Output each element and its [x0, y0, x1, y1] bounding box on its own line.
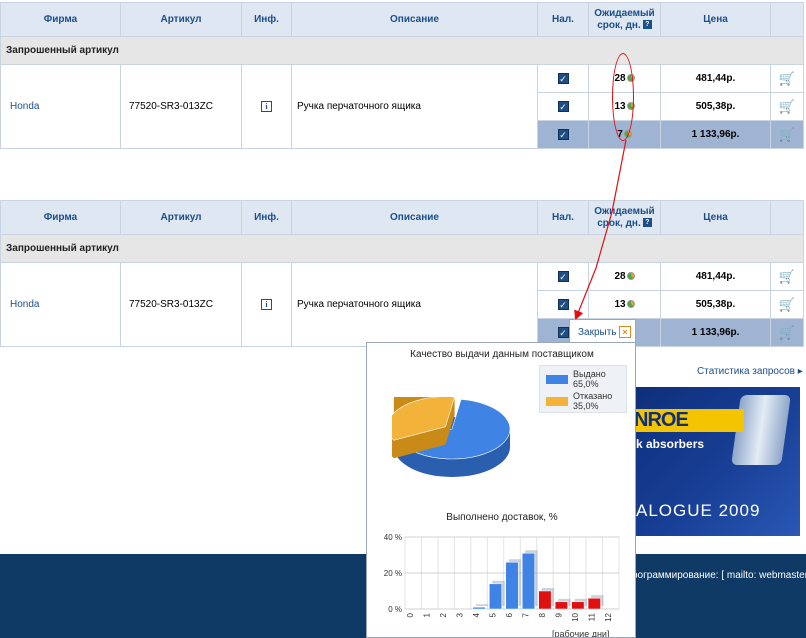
legend-label-refused: Отказано 35,0% [573, 391, 613, 411]
x-tick-label: 5 [489, 612, 498, 617]
bar-day-4 [472, 606, 486, 610]
bar-day-11 [587, 597, 601, 610]
x-tick-label: 11 [587, 612, 596, 621]
x-tick-label: 8 [538, 612, 547, 617]
x-tick-label: 0 [406, 612, 415, 617]
x-axis-label: [рабочие дни] [552, 629, 610, 638]
pie-chart [392, 396, 511, 477]
banner-subtitle: k absorbers [636, 437, 705, 451]
stats-link-label: Статистика запросов [697, 366, 795, 377]
x-tick-label: 3 [456, 612, 465, 617]
bar-day-8 [538, 590, 552, 610]
x-tick-label: 7 [521, 612, 530, 617]
x-tick-label: 6 [505, 612, 514, 617]
bar-day-7 [521, 552, 535, 610]
popup-close-bar: Закрыть × [569, 319, 636, 343]
legend-label-issued: Выдано 65,0% [573, 369, 606, 389]
pie-chart-title: Качество выдачи данным поставщиком [410, 349, 594, 360]
x-tick-label: 1 [423, 612, 432, 617]
close-link[interactable]: Закрыть [578, 327, 617, 338]
close-icon[interactable]: × [619, 326, 631, 338]
y-tick-label: 40 % [384, 533, 402, 542]
footer-text: рограммирование: [ mailto: webmaster [632, 570, 806, 581]
x-tick-label: 12 [604, 612, 613, 621]
bar-day-9 [554, 601, 568, 610]
bar-day-5 [489, 583, 503, 610]
bar-day-6 [505, 561, 519, 610]
x-tick-label: 10 [571, 612, 580, 621]
caret-right-icon: ▸ [797, 366, 803, 377]
x-tick-label: 9 [554, 612, 563, 617]
banner-brand: NROE [632, 409, 744, 432]
pie-legend: Выдано 65,0% Отказано 35,0% [539, 365, 627, 413]
bar-day-10 [571, 601, 585, 610]
bar-chart: 0 %20 %40 %0 1 2 3 4 5 6 7 8 9 10 11 12 [384, 533, 620, 622]
y-tick-label: 20 % [384, 569, 402, 578]
legend-swatch-refused [546, 397, 568, 406]
bar-shadow [475, 604, 489, 606]
legend-swatch-issued [546, 375, 568, 384]
banner-catalogue: ALOGUE 2009 [636, 501, 761, 520]
supplier-stats-popup: Качество выдачи данным поставщиком Выдан… [366, 342, 636, 638]
monroe-banner[interactable]: NROE k absorbers ALOGUE 2009 [632, 387, 800, 536]
x-tick-label: 4 [472, 612, 481, 617]
bar-chart-title: Выполнено доставок, % [446, 512, 558, 523]
y-tick-label: 0 % [388, 605, 402, 614]
stats-link[interactable]: Статистика запросов ▸ [697, 366, 803, 377]
x-tick-label: 2 [439, 612, 448, 617]
